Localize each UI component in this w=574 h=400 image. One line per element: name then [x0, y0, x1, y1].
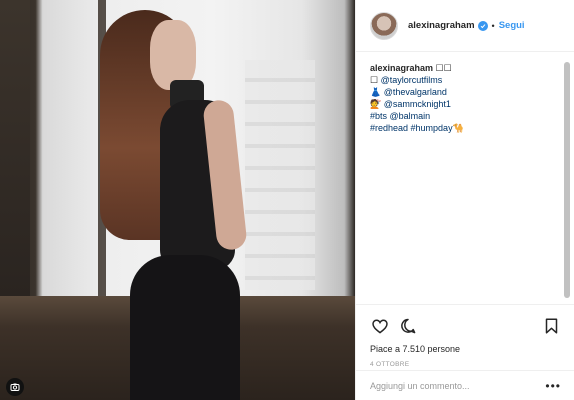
- hashtag-link[interactable]: #redhead #humpday🐪: [370, 123, 464, 133]
- caption-line: alexinagraham ☐☐: [370, 62, 560, 74]
- window-frame: [0, 0, 30, 300]
- mention-link[interactable]: @thevalgarland: [384, 87, 447, 97]
- camera-icon: [6, 378, 24, 396]
- comment-input[interactable]: [370, 380, 546, 391]
- mention-link[interactable]: @sammcknight1: [384, 99, 451, 109]
- hashtag-link[interactable]: #bts @balmain: [370, 111, 430, 121]
- likes-count[interactable]: Piace a 7.510 persone: [370, 344, 561, 354]
- scrollbar-thumb[interactable]: [564, 62, 570, 298]
- model-legs: [130, 255, 240, 400]
- background-building: [245, 60, 315, 290]
- caption-line: #bts @balmain: [370, 110, 560, 122]
- mention-link[interactable]: @taylorcutfilms: [381, 75, 443, 85]
- caption-line: 💇 @sammcknight1: [370, 98, 560, 110]
- more-options-button[interactable]: •••: [545, 379, 561, 393]
- author-username[interactable]: alexinagraham: [408, 20, 475, 31]
- caption-line: ☐ @taylorcutfilms: [370, 74, 560, 86]
- post-photo[interactable]: [0, 0, 355, 400]
- post-date[interactable]: 4 OTTOBRE: [370, 361, 561, 368]
- caption-author[interactable]: alexinagraham: [370, 63, 433, 73]
- comment-icon[interactable]: [398, 316, 418, 336]
- follow-button[interactable]: Segui: [499, 20, 525, 31]
- post-side-panel: alexinagraham • Segui alexinagraham ☐☐ ☐…: [355, 0, 574, 400]
- caption-line: #redhead #humpday🐪: [370, 122, 560, 134]
- avatar[interactable]: [370, 11, 398, 40]
- caption-emoji: 👗: [370, 87, 384, 97]
- header-separator: •: [491, 20, 495, 31]
- post-header: alexinagraham • Segui: [356, 0, 574, 52]
- heart-icon[interactable]: [370, 316, 390, 336]
- comment-bar: •••: [356, 370, 574, 400]
- caption-emoji: ☐: [370, 75, 381, 85]
- action-row: [370, 315, 561, 337]
- caption-scrollbar[interactable]: [564, 62, 570, 298]
- post-actions: Piace a 7.510 persone 4 OTTOBRE: [356, 304, 574, 368]
- caption-text: ☐☐: [433, 63, 452, 73]
- post-caption: alexinagraham ☐☐ ☐ @taylorcutfilms 👗 @th…: [370, 62, 560, 134]
- bookmark-icon[interactable]: [541, 316, 561, 336]
- verified-badge-icon: [477, 20, 488, 31]
- caption-emoji: 💇: [370, 99, 384, 109]
- caption-line: 👗 @thevalgarland: [370, 86, 560, 98]
